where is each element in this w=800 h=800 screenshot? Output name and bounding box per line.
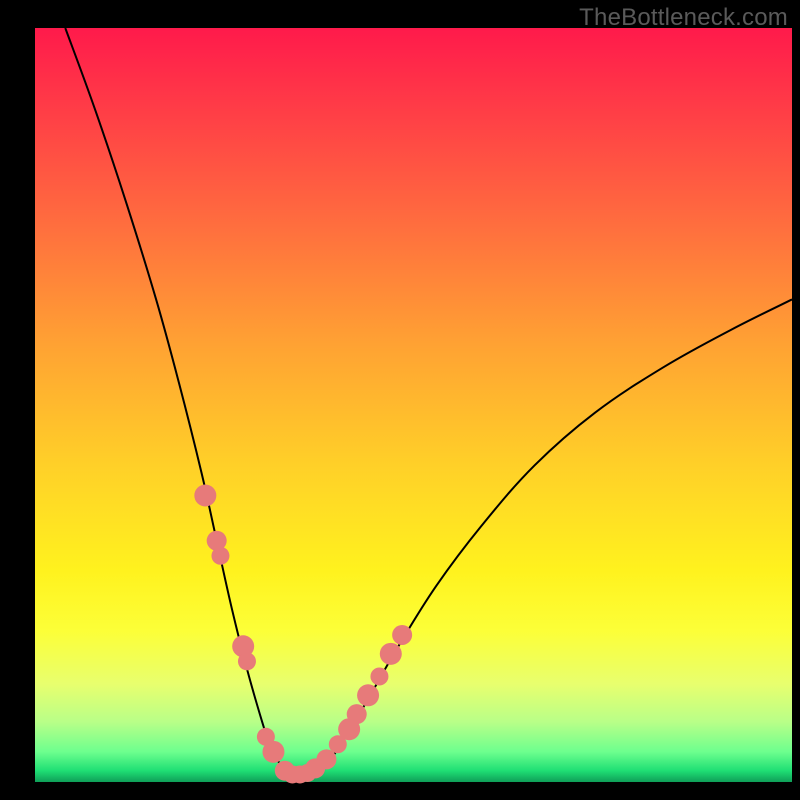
marker-dot	[238, 652, 256, 670]
highlight-markers	[194, 484, 412, 783]
marker-dot	[392, 625, 412, 645]
marker-dot	[347, 704, 367, 724]
marker-dot	[262, 741, 284, 763]
marker-dot	[380, 643, 402, 665]
watermark-text: TheBottleneck.com	[579, 4, 788, 32]
chart-frame: TheBottleneck.com	[0, 0, 800, 800]
marker-dot	[370, 667, 388, 685]
bottleneck-curve	[65, 28, 792, 775]
chart-svg	[35, 28, 792, 782]
marker-dot	[316, 749, 336, 769]
curve-layer	[65, 28, 792, 775]
marker-dot	[194, 484, 216, 506]
marker-dot	[211, 547, 229, 565]
marker-dot	[357, 684, 379, 706]
